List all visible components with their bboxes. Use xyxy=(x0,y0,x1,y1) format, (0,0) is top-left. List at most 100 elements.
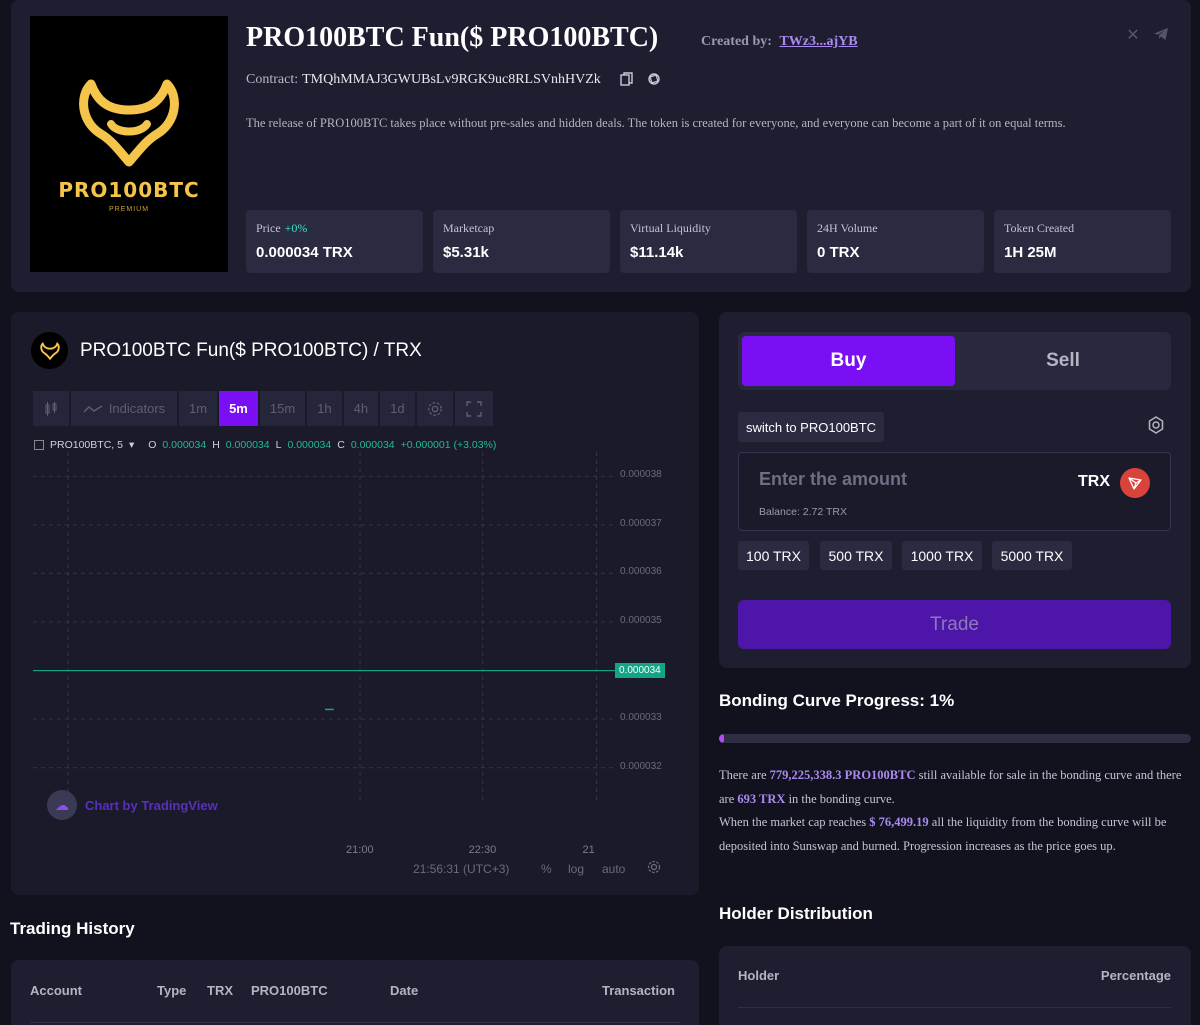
fullscreen-icon[interactable] xyxy=(454,391,493,426)
chart-header: PRO100BTC Fun($ PRO100BTC) / TRX xyxy=(31,332,422,369)
created-by: Created by: TWz3...ajYB xyxy=(701,34,858,50)
column-percentage: Percentage xyxy=(1100,968,1171,983)
stat-value: 0 TRX xyxy=(817,244,860,261)
stat-label: Price xyxy=(256,221,281,235)
bull-logo-icon xyxy=(79,79,179,166)
contract-label: Contract: xyxy=(246,72,299,87)
indicators-icon xyxy=(83,404,103,412)
amount-input[interactable] xyxy=(759,469,1059,490)
current-price-tag: 0.000034 xyxy=(615,662,665,678)
interval-1d[interactable]: 1d xyxy=(380,391,415,426)
y-tick-label: 0.000037 xyxy=(620,517,662,529)
slippage-settings-icon[interactable] xyxy=(1145,415,1167,437)
interval-15m[interactable]: 15m xyxy=(259,391,306,426)
x-tick-label: 21 xyxy=(582,844,595,856)
creator-link[interactable]: TWz3...ajYB xyxy=(779,34,857,49)
token-logo: PRO100BTC PREMIUM xyxy=(30,16,228,272)
available-tokens: 779,225,338.3 PRO100BTC xyxy=(769,768,916,782)
divider xyxy=(738,1007,1171,1008)
logo-text: PRO100BTC xyxy=(58,177,200,202)
percent-toggle[interactable]: % xyxy=(541,862,552,876)
y-tick-label: 0.000036 xyxy=(620,566,662,578)
indicators-button[interactable]: Indicators xyxy=(71,391,177,426)
amount-box: TRX Balance: 2.72 TRX xyxy=(738,452,1171,531)
stat-label: Virtual Liquidity xyxy=(630,221,711,235)
contract-address: TMQhMMAJ3GWUBsLv9RGK9uc8RLSVnhHVZk xyxy=(302,72,601,87)
tradingview-icon: ☁ xyxy=(47,790,77,820)
ohlc-legend: PRO100BTC, 5 ▾ O 0.000034 H 0.000034 L 0.000… xyxy=(34,439,496,451)
bonding-progress-fill xyxy=(719,734,724,743)
switch-token-button[interactable]: switch to PRO100BTC xyxy=(738,412,885,442)
target-market-cap: $ 76,499.19 xyxy=(869,815,929,829)
chart-title: PRO100BTC Fun($ PRO100BTC) / TRX xyxy=(80,339,422,361)
chart-settings-icon[interactable] xyxy=(416,391,453,426)
legend-symbol: PRO100BTC, 5 xyxy=(50,439,123,451)
stat-value: 1H 25M xyxy=(1004,244,1057,261)
stat-marketcap: Marketcap $5.31k xyxy=(433,210,610,273)
stat-price: Price +0% 0.000034 TRX xyxy=(246,210,423,273)
column-token: PRO100BTC xyxy=(251,983,328,998)
stat-token-created: Token Created 1H 25M xyxy=(994,210,1171,273)
holder-table: Holder Percentage xyxy=(719,946,1191,1025)
axis-settings-icon[interactable] xyxy=(647,860,661,877)
stat-label: Token Created xyxy=(1004,221,1075,235)
auto-toggle[interactable]: auto xyxy=(602,862,625,876)
interval-4h[interactable]: 4h xyxy=(343,391,379,426)
created-by-label: Created by: xyxy=(701,34,772,49)
column-holder: Holder xyxy=(738,968,780,983)
telegram-icon[interactable] xyxy=(1151,26,1171,46)
y-tick-label: 0.000033 xyxy=(620,712,662,724)
column-trx: TRX xyxy=(207,983,233,998)
legend-change: +0.000001 (+3.03%) xyxy=(400,439,497,451)
trade-button[interactable]: Trade xyxy=(738,600,1171,649)
stat-value: 0.000034 TRX xyxy=(256,244,353,261)
divider xyxy=(30,1022,680,1023)
x-tick-label: 22:30 xyxy=(468,844,497,856)
candle-type-icon[interactable] xyxy=(33,391,69,426)
column-transaction: Transaction xyxy=(602,983,675,998)
bull-logo-icon xyxy=(39,341,60,360)
quick-amount-5000[interactable]: 5000 TRX xyxy=(992,541,1072,570)
interval-1h[interactable]: 1h xyxy=(307,391,342,426)
stat-value: $11.14k xyxy=(630,244,684,261)
tab-sell[interactable]: Sell xyxy=(959,336,1167,386)
chart-time: 21:56:31 (UTC+3) xyxy=(413,862,510,876)
interval-5m[interactable]: 5m xyxy=(219,391,258,426)
explorer-icon[interactable] xyxy=(647,72,663,88)
token-header-card: PRO100BTC PREMIUM PRO100BTC Fun($ PRO100… xyxy=(11,0,1191,292)
contract-row: Contract: TMQhMMAJ3GWUBsLv9RGK9uc8RLSVnh… xyxy=(246,72,663,88)
chart-card: PRO100BTC Fun($ PRO100BTC) / TRX Indicat… xyxy=(11,312,699,895)
stat-value: $5.31k xyxy=(443,244,489,261)
x-tick-label: 21:00 xyxy=(346,844,374,856)
copy-icon[interactable] xyxy=(619,72,635,88)
buy-sell-tabs: Buy Sell xyxy=(738,332,1171,390)
interval-1m[interactable]: 1m xyxy=(179,391,218,426)
stat-virtual-liquidity: Virtual Liquidity $11.14k xyxy=(620,210,797,273)
log-toggle[interactable]: log xyxy=(568,862,584,876)
stat-24h-volume: 24H Volume 0 TRX xyxy=(807,210,984,273)
quick-amount-1000[interactable]: 1000 TRX xyxy=(902,541,982,570)
bonding-trx: 693 TRX xyxy=(737,791,786,806)
trading-history-title: Trading History xyxy=(10,919,135,938)
collapse-legend-icon[interactable] xyxy=(34,440,44,450)
y-tick-label: 0.000032 xyxy=(620,760,662,772)
tab-buy[interactable]: Buy xyxy=(742,336,955,386)
column-type: Type xyxy=(157,983,187,998)
price-change: +0% xyxy=(284,221,308,235)
tron-icon xyxy=(1120,468,1150,498)
chart-toolbar: Indicators 1m 5m 15m 1h 4h 1d xyxy=(33,391,493,426)
stat-label: Marketcap xyxy=(443,221,495,235)
tradingview-watermark[interactable]: ☁ Chart by TradingView xyxy=(47,790,218,820)
bonding-curve-title: Bonding Curve Progress: 1% xyxy=(719,691,955,710)
logo-subtext: PREMIUM xyxy=(108,205,150,213)
token-title: PRO100BTC Fun($ PRO100BTC) xyxy=(246,22,659,53)
column-account: Account xyxy=(30,983,82,998)
price-chart[interactable] xyxy=(33,452,617,822)
x-twitter-icon[interactable]: ✕ xyxy=(1123,26,1143,46)
balance-text: Balance: 2.72 TRX xyxy=(759,506,847,518)
quick-amount-100[interactable]: 100 TRX xyxy=(738,541,809,570)
quick-amount-500[interactable]: 500 TRX xyxy=(820,541,892,570)
y-tick-label: 0.000035 xyxy=(620,615,662,626)
holder-distribution-title: Holder Distribution xyxy=(719,904,873,923)
bonding-progress-bar xyxy=(719,734,1191,743)
